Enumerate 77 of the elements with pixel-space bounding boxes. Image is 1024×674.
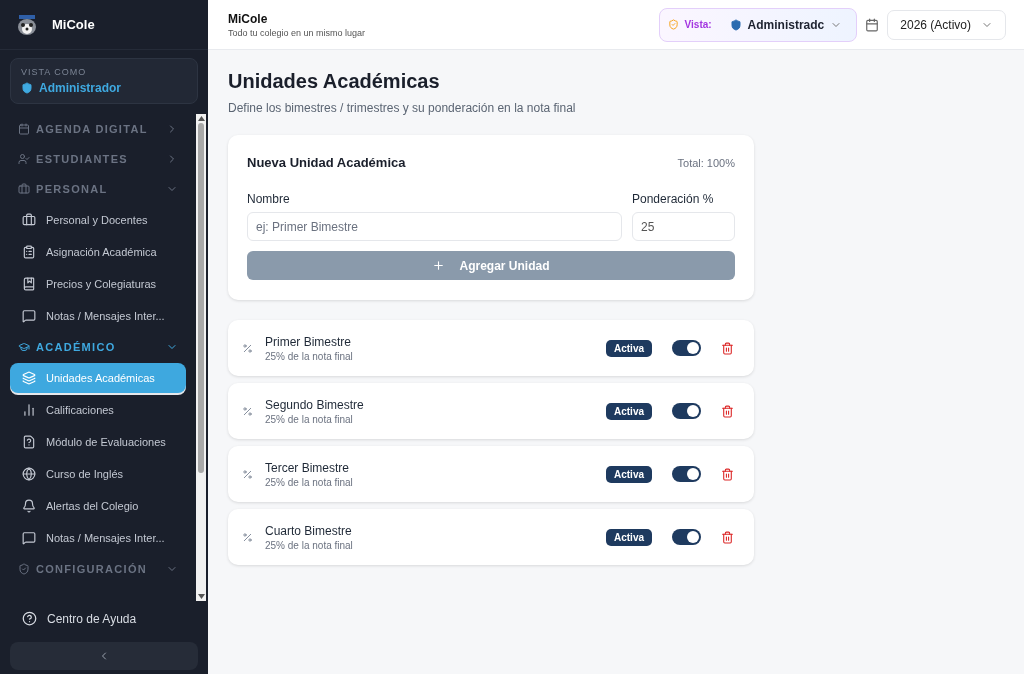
- brand-name: MiCole: [52, 17, 95, 32]
- unit-detail: 25% de la nota final: [265, 539, 354, 551]
- nav-item[interactable]: Curso de Inglés: [10, 459, 186, 489]
- unit-detail: 25% de la nota final: [265, 350, 354, 362]
- nav-section[interactable]: ACADÉMICO: [10, 332, 186, 362]
- header-subtitle: Todo tu colegio en un mismo lugar: [228, 27, 367, 38]
- unit-name: Tercer Bimestre: [265, 460, 351, 475]
- chat-icon: [22, 531, 36, 545]
- percent-icon: [242, 468, 253, 480]
- total-label: Total: 100%: [677, 156, 735, 169]
- scroll-up-icon[interactable]: [197, 116, 205, 121]
- percent-icon: [242, 531, 253, 543]
- help-icon: [22, 611, 37, 626]
- active-toggle[interactable]: [672, 403, 701, 419]
- nav-item[interactable]: Módulo de Evaluaciones: [10, 427, 186, 457]
- nav-item[interactable]: Notas / Mensajes Inter...: [10, 523, 186, 553]
- nav-item[interactable]: Personal y Docentes: [10, 205, 186, 235]
- active-toggle[interactable]: [672, 340, 701, 356]
- trash-icon: [721, 341, 734, 355]
- clipboard-icon: [22, 245, 36, 259]
- unit-detail: 25% de la nota final: [265, 413, 354, 425]
- delete-button[interactable]: [721, 404, 734, 418]
- view-as-label: VISTA COMO: [21, 67, 88, 77]
- unit-name: Primer Bimestre: [265, 334, 352, 349]
- layers-icon: [22, 371, 36, 385]
- nav-item[interactable]: Precios y Colegiaturas: [10, 269, 186, 299]
- bell-icon: [22, 499, 36, 513]
- trash-icon: [721, 530, 734, 544]
- delete-button[interactable]: [721, 530, 734, 544]
- delete-button[interactable]: [721, 467, 734, 481]
- active-toggle[interactable]: [672, 529, 701, 545]
- book-icon: [22, 277, 36, 291]
- briefcase-icon: [22, 213, 36, 227]
- briefcase-icon: [18, 183, 30, 195]
- nav-item[interactable]: Asignación Académica: [10, 237, 186, 267]
- globe-icon: [22, 467, 36, 481]
- scrollbar[interactable]: [196, 114, 206, 601]
- scroll-down-icon[interactable]: [197, 594, 205, 599]
- user-check-icon: [18, 153, 30, 165]
- raccoon-logo-icon: [16, 13, 38, 36]
- calendar-icon: [18, 123, 30, 135]
- shield-icon: [667, 19, 679, 30]
- calendar-icon: [865, 17, 880, 32]
- unit-name: Cuarto Bimestre: [265, 523, 353, 538]
- name-label: Nombre: [247, 192, 291, 206]
- nav-item[interactable]: Calificaciones: [10, 395, 186, 425]
- active-toggle[interactable]: [672, 466, 701, 482]
- form-title: Nueva Unidad Académica: [247, 155, 406, 170]
- graduation-cap-icon: [18, 341, 30, 353]
- nav-item[interactable]: Alertas del Colegio: [10, 491, 186, 521]
- trash-icon: [721, 467, 734, 481]
- nav-item[interactable]: Notas / Mensajes Inter...: [10, 301, 186, 331]
- shield-icon: [18, 563, 30, 575]
- unit-detail: 25% de la nota final: [265, 476, 354, 488]
- percent-icon: [242, 405, 253, 417]
- page-title: Unidades Académicas: [228, 70, 441, 93]
- plus-icon: [432, 259, 446, 272]
- shield-icon: [729, 18, 742, 31]
- shield-icon: [21, 82, 33, 94]
- unit-name: Segundo Bimestre: [265, 397, 365, 412]
- delete-button[interactable]: [721, 341, 734, 355]
- status-badge: Activa: [606, 339, 652, 357]
- bar-chart-icon: [22, 403, 36, 417]
- chat-icon: [22, 309, 36, 323]
- status-badge: Activa: [606, 528, 652, 546]
- view-selector[interactable]: Vista: Administradc: [658, 7, 858, 42]
- trash-icon: [721, 404, 734, 418]
- header-title: MiCole: [228, 11, 269, 26]
- help-link[interactable]: Centro de Ayuda: [0, 601, 208, 636]
- status-badge: Activa: [606, 465, 652, 483]
- question-file-icon: [22, 435, 36, 449]
- view-as-role: Administrador: [39, 81, 121, 95]
- page-subtitle: Define los bimestres / trimestres y su ponderación en la nota final: [228, 101, 577, 115]
- weight-label: Ponderación %: [632, 192, 715, 206]
- percent-icon: [242, 342, 253, 354]
- status-badge: Activa: [606, 402, 652, 420]
- year-selector[interactable]: 2026 (Activo): [887, 9, 1006, 40]
